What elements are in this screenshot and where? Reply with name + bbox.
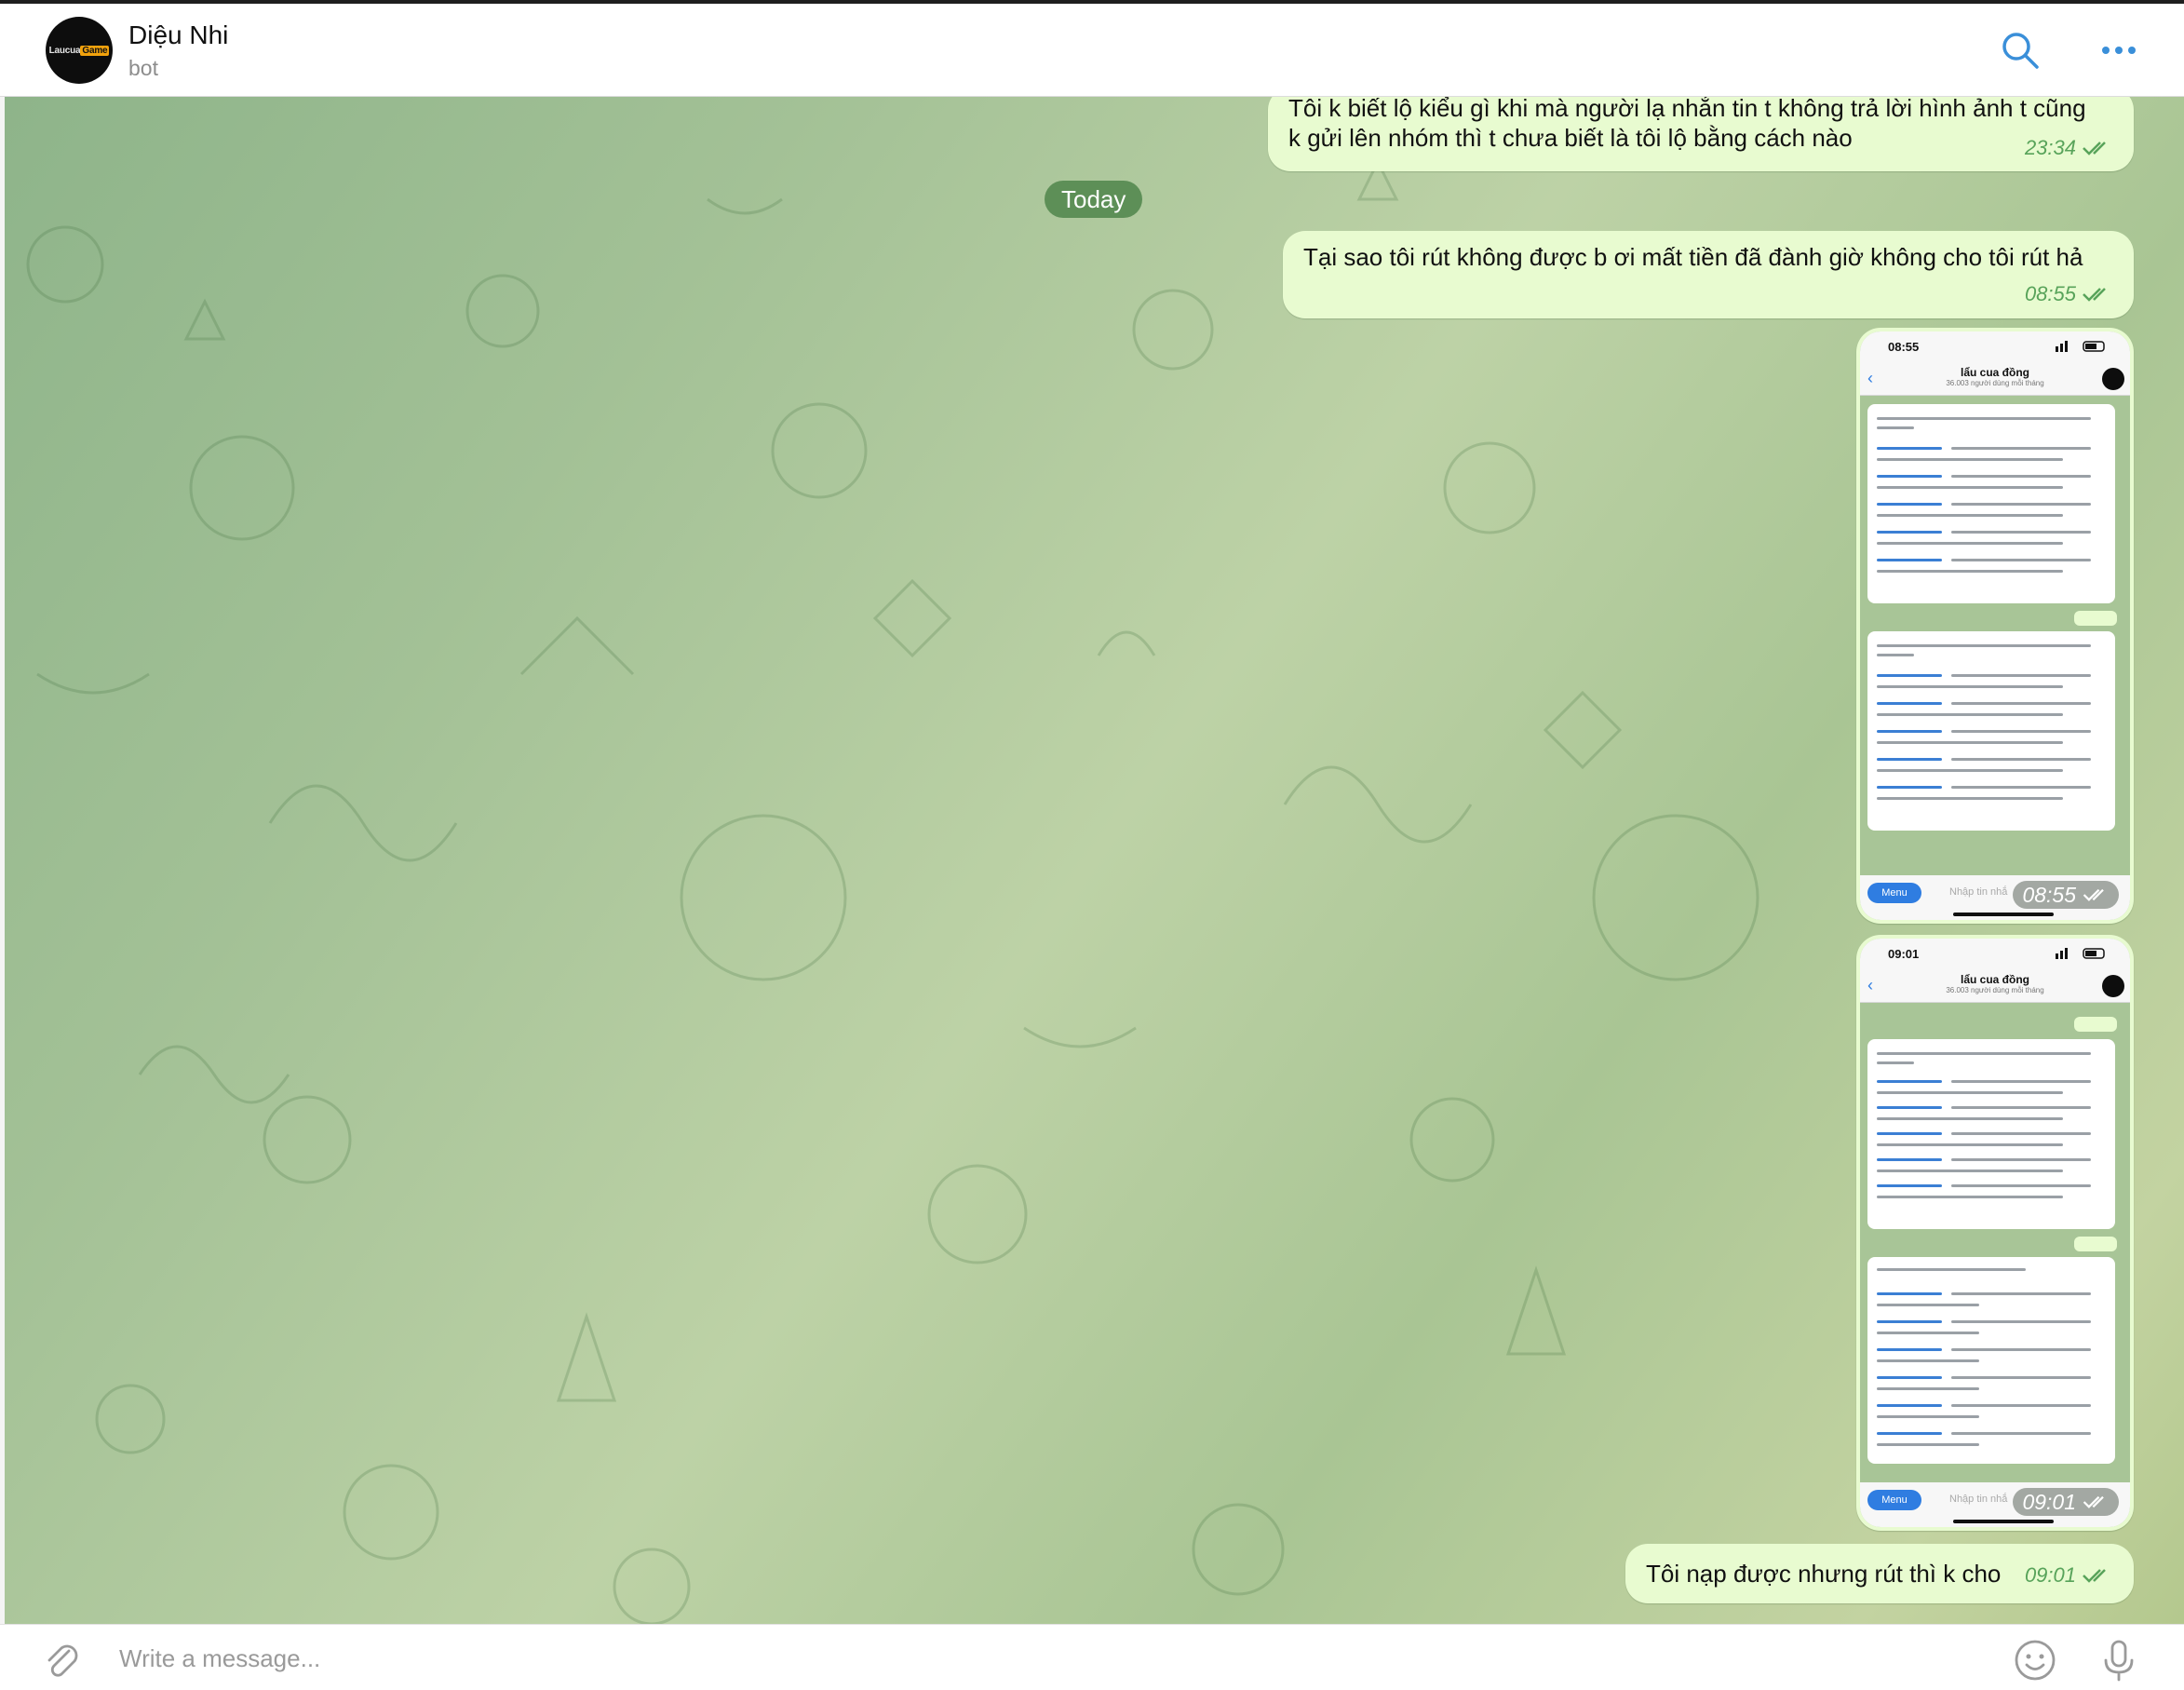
photo-message[interactable]: 08:55 ‹ lẩu cua đồng 36.003 người dùng m… bbox=[1856, 328, 2134, 924]
more-button[interactable] bbox=[2096, 28, 2141, 73]
screenshot-status-bar: 09:01 bbox=[1860, 939, 2130, 970]
read-checkmarks-icon bbox=[2083, 288, 2106, 302]
message-composer bbox=[0, 1624, 2184, 1690]
message-input[interactable] bbox=[117, 1636, 1890, 1681]
screenshot-command-bubble bbox=[2074, 1017, 2117, 1032]
message-time: 08:55 bbox=[2024, 282, 2076, 305]
screenshot-command-bubble bbox=[2074, 611, 2117, 626]
date-separator: Today bbox=[1045, 181, 1143, 218]
message-meta: 08:55 bbox=[2025, 279, 2111, 309]
read-checkmarks-icon bbox=[2083, 888, 2104, 901]
photo-message[interactable]: 09:01 ‹ lẩu cua đồng 36.003 người dùng m… bbox=[1856, 935, 2134, 1531]
photo-screenshot: 09:01 ‹ lẩu cua đồng 36.003 người dùng m… bbox=[1860, 939, 2130, 1527]
screenshot-status-bar: 08:55 bbox=[1860, 331, 2130, 363]
screenshot-nav-bar: ‹ lẩu cua đồng 36.003 người dùng mỗi thá… bbox=[1860, 363, 2130, 396]
screenshot-card bbox=[1867, 1039, 2115, 1229]
avatar[interactable]: Laucua Game bbox=[46, 17, 113, 84]
photo-timestamp: 09:01 bbox=[2013, 1488, 2119, 1516]
message-text: Tôi nạp được nhưng rút thì k cho bbox=[1646, 1560, 2002, 1588]
screenshot-card bbox=[1867, 1257, 2115, 1464]
read-checkmarks-icon bbox=[2083, 142, 2106, 155]
chat-title[interactable]: Diệu Nhi bbox=[128, 20, 228, 50]
more-icon bbox=[2102, 47, 2136, 54]
signal-battery-icon bbox=[2056, 341, 2105, 352]
message-bubble[interactable]: Tôi k biết lộ kiểu gì khi mà người lạ nh… bbox=[1268, 97, 2134, 171]
screenshot-card bbox=[1867, 404, 2115, 603]
message-bubble[interactable]: Tại sao tôi rút không được b ơi mất tiền… bbox=[1283, 231, 2134, 318]
search-button[interactable] bbox=[1998, 28, 2042, 73]
paperclip-icon[interactable] bbox=[41, 1640, 82, 1681]
photo-timestamp: 08:55 bbox=[2013, 881, 2119, 909]
signal-battery-icon bbox=[2056, 948, 2105, 959]
message-bubble[interactable]: Tôi nạp được nhưng rút thì k cho 09:01 bbox=[1625, 1544, 2134, 1603]
read-checkmarks-icon bbox=[2083, 1569, 2106, 1583]
photo-screenshot: 08:55 ‹ lẩu cua đồng 36.003 người dùng m… bbox=[1860, 331, 2130, 920]
message-time: 09:01 bbox=[2024, 1563, 2076, 1587]
emoji-icon[interactable] bbox=[2013, 1638, 2057, 1683]
screenshot-nav-bar: ‹ lẩu cua đồng 36.003 người dùng mỗi thá… bbox=[1860, 970, 2130, 1003]
message-time: 23:34 bbox=[2024, 136, 2076, 159]
screenshot-command-bubble bbox=[2074, 1237, 2117, 1251]
message-meta: 23:34 bbox=[2025, 133, 2111, 163]
chat-header: Laucua Game Diệu Nhi bot bbox=[0, 4, 2184, 97]
search-icon bbox=[2002, 33, 2039, 69]
read-checkmarks-icon bbox=[2083, 1495, 2104, 1508]
message-text: Tôi k biết lộ kiểu gì khi mà người lạ nh… bbox=[1288, 97, 2086, 152]
message-meta: 09:01 bbox=[2025, 1561, 2111, 1590]
microphone-icon[interactable] bbox=[2100, 1638, 2137, 1683]
avatar-logo: Laucua Game bbox=[48, 45, 110, 56]
message-text: Tại sao tôi rút không được b ơi mất tiền… bbox=[1303, 243, 2083, 271]
screenshot-card bbox=[1867, 631, 2115, 831]
chat-area[interactable]: Today Tôi k biết lộ kiểu gì khi mà người… bbox=[0, 97, 2184, 1624]
chat-status: bot bbox=[128, 56, 158, 80]
